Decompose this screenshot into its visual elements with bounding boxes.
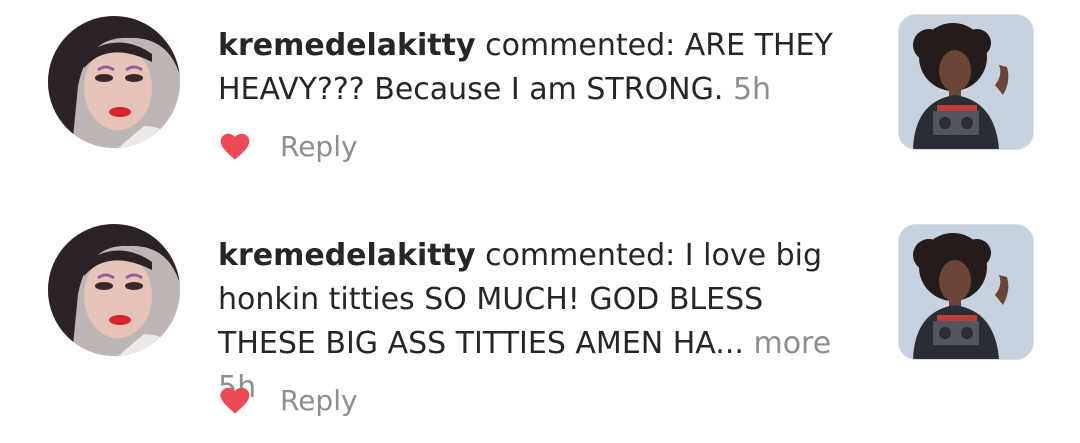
avatar-image bbox=[48, 224, 180, 356]
comment-actions: Reply bbox=[218, 126, 358, 166]
commenter-avatar[interactable] bbox=[48, 16, 180, 148]
action-text: commented: bbox=[485, 28, 676, 63]
notification-item[interactable]: kremedelakitty commented: I love big hon… bbox=[0, 200, 1080, 443]
action-text: commented: bbox=[485, 238, 676, 273]
notification-text[interactable]: kremedelakitty commented: ARE THEY HEAVY… bbox=[218, 24, 858, 112]
post-thumbnail-image bbox=[899, 225, 1033, 359]
heart-icon[interactable] bbox=[218, 385, 252, 415]
reply-button[interactable]: Reply bbox=[280, 384, 358, 417]
username[interactable]: kremedelakitty bbox=[218, 238, 476, 273]
commenter-avatar[interactable] bbox=[48, 224, 180, 356]
post-thumbnail-image bbox=[899, 15, 1033, 149]
username[interactable]: kremedelakitty bbox=[218, 28, 476, 63]
timestamp: 5h bbox=[732, 72, 772, 107]
more-link[interactable]: more bbox=[753, 326, 831, 361]
avatar-image bbox=[48, 16, 180, 148]
heart-icon[interactable] bbox=[218, 131, 252, 161]
notification-item[interactable]: kremedelakitty commented: ARE THEY HEAVY… bbox=[0, 0, 1080, 200]
comment-actions: Reply bbox=[218, 380, 358, 420]
reply-button[interactable]: Reply bbox=[280, 130, 358, 163]
post-thumbnail[interactable] bbox=[898, 14, 1034, 150]
post-thumbnail[interactable] bbox=[898, 224, 1034, 360]
